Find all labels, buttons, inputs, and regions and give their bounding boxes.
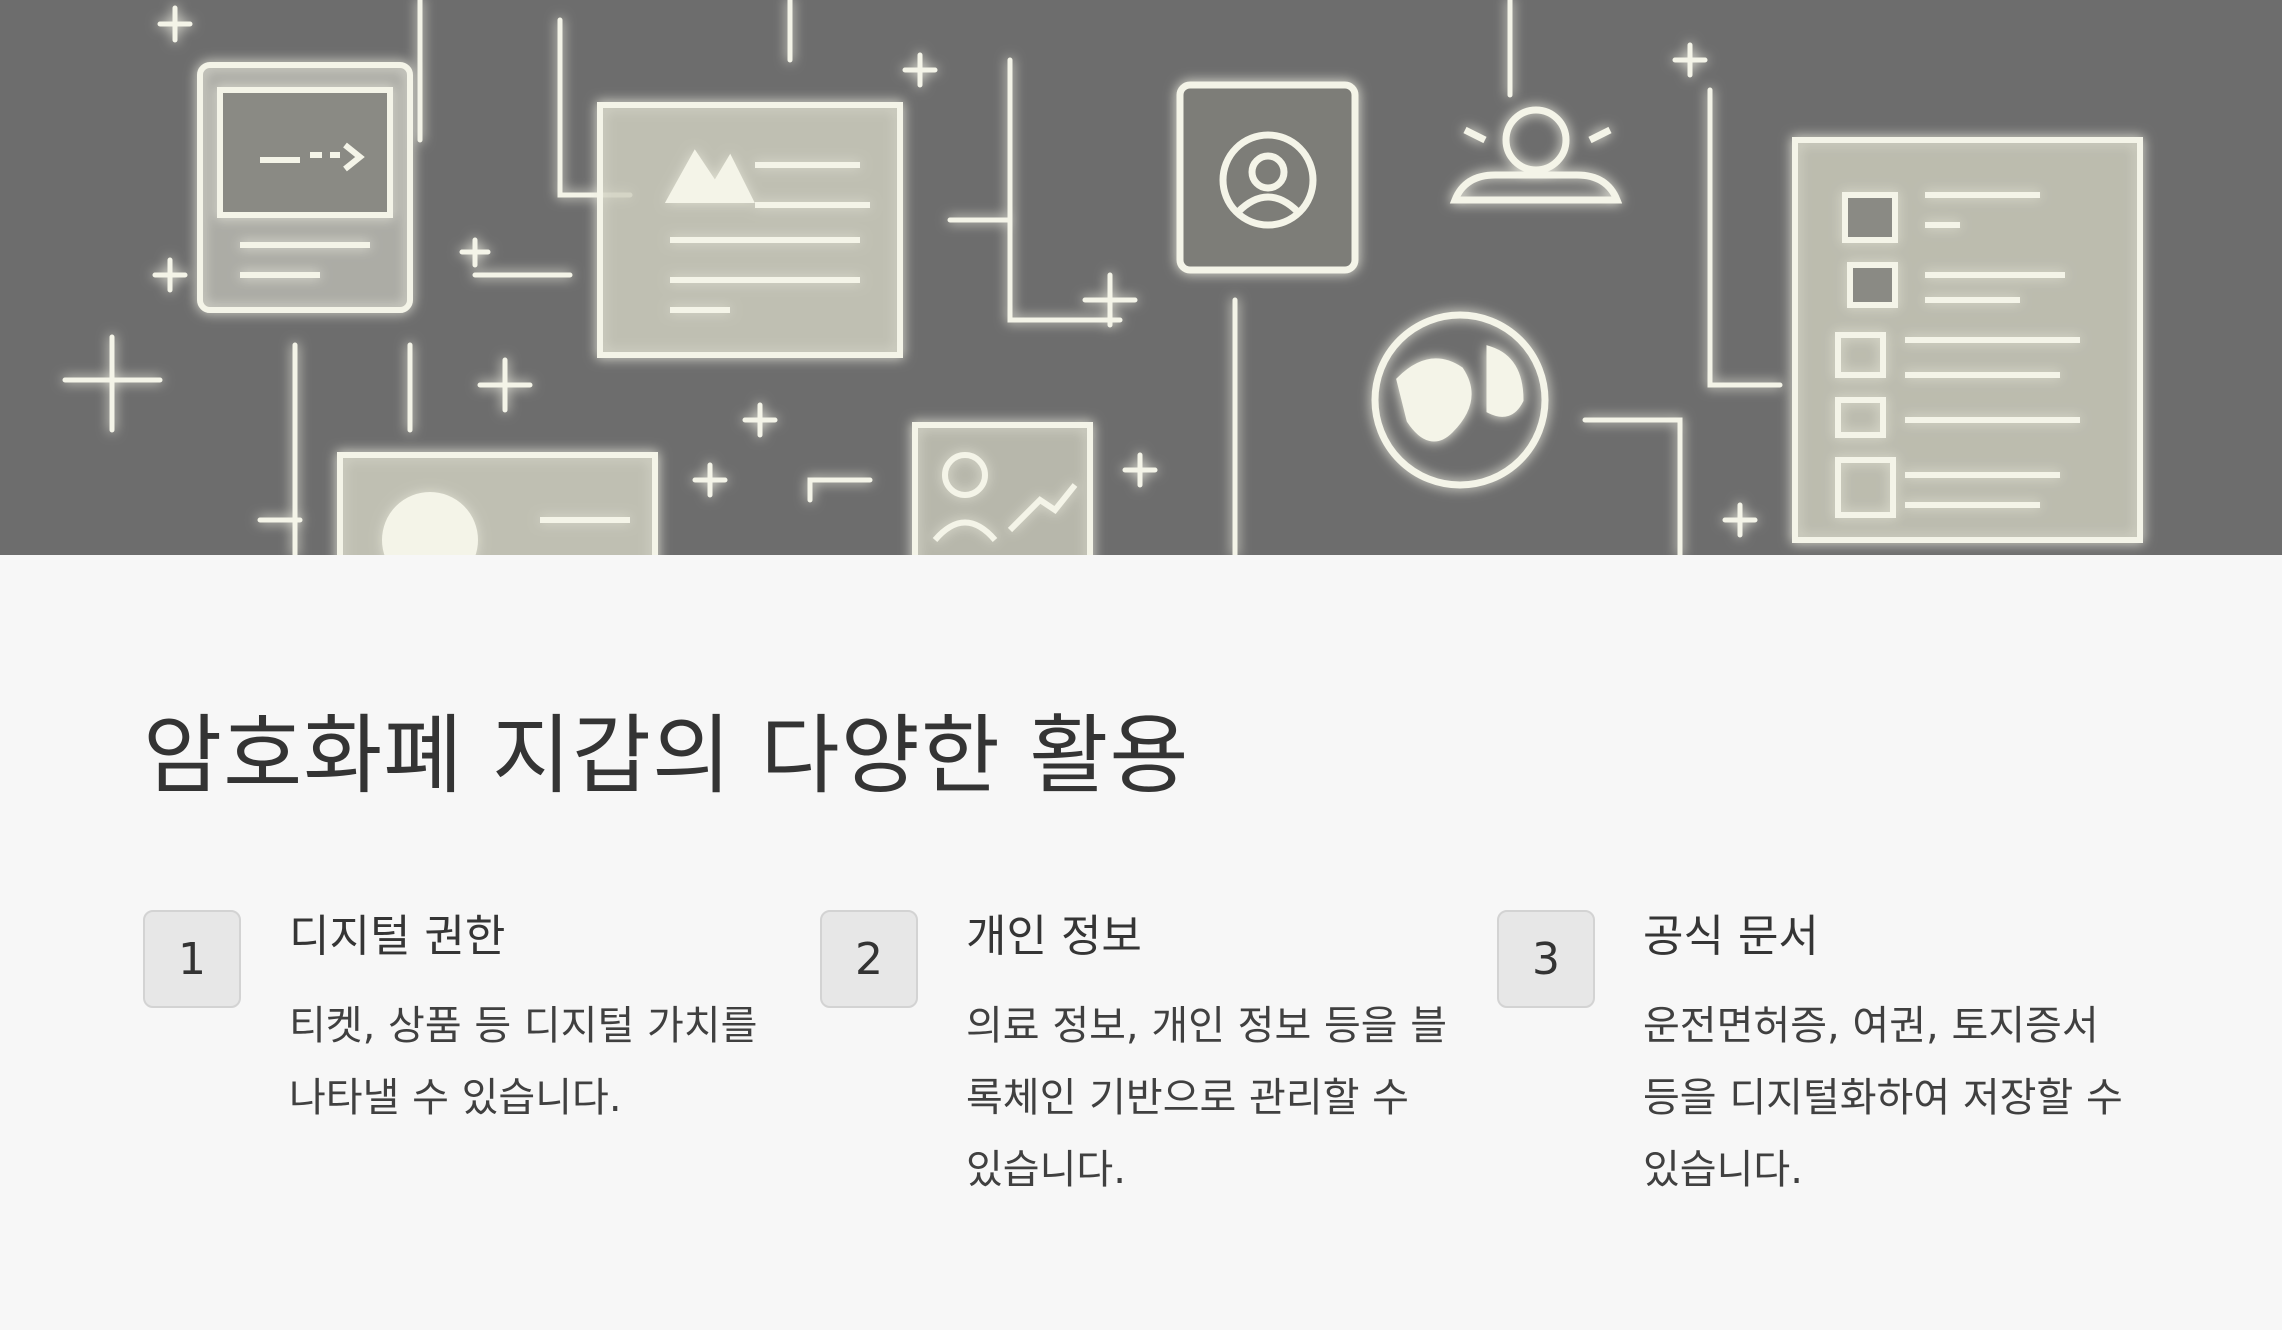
hero-illustration xyxy=(62,0,2143,555)
usage-item-description: 의료 정보, 개인 정보 등을 블록체인 기반으로 관리할 수 있습니다. xyxy=(966,1003,1448,1193)
id-card-icon xyxy=(337,452,658,555)
user-profile-icon xyxy=(1449,106,1623,204)
content-section: 암호화폐 지갑의 다양한 활용 1 디지털 권한 티켓, 상품 등 디지털 가치… xyxy=(0,555,2282,1330)
form-document-icon xyxy=(1792,137,2143,543)
usage-item-description: 티켓, 상품 등 디지털 가치를 나타낼 수 있습니다. xyxy=(289,1003,758,1121)
page-title: 암호화폐 지갑의 다양한 활용 xyxy=(143,706,1190,806)
contact-card-icon xyxy=(1176,81,1359,274)
step-number-badge: 3 xyxy=(1497,910,1595,1008)
step-number-badge: 1 xyxy=(143,910,241,1008)
image-document-icon xyxy=(597,102,903,358)
usage-item-title: 공식 문서 xyxy=(1643,911,1819,962)
ticket-card-icon xyxy=(197,62,413,313)
usage-item-title: 개인 정보 xyxy=(966,911,1142,962)
chart-card-icon xyxy=(912,422,1093,555)
usage-item-description: 운전면허증, 여권, 토지증서 등을 디지털화하여 저장할 수 있습니다. xyxy=(1643,1003,2123,1193)
hero-banner xyxy=(0,0,2282,555)
usage-item-title: 디지털 권한 xyxy=(289,911,506,962)
step-number-badge: 2 xyxy=(820,910,918,1008)
globe-icon xyxy=(1371,311,1549,489)
